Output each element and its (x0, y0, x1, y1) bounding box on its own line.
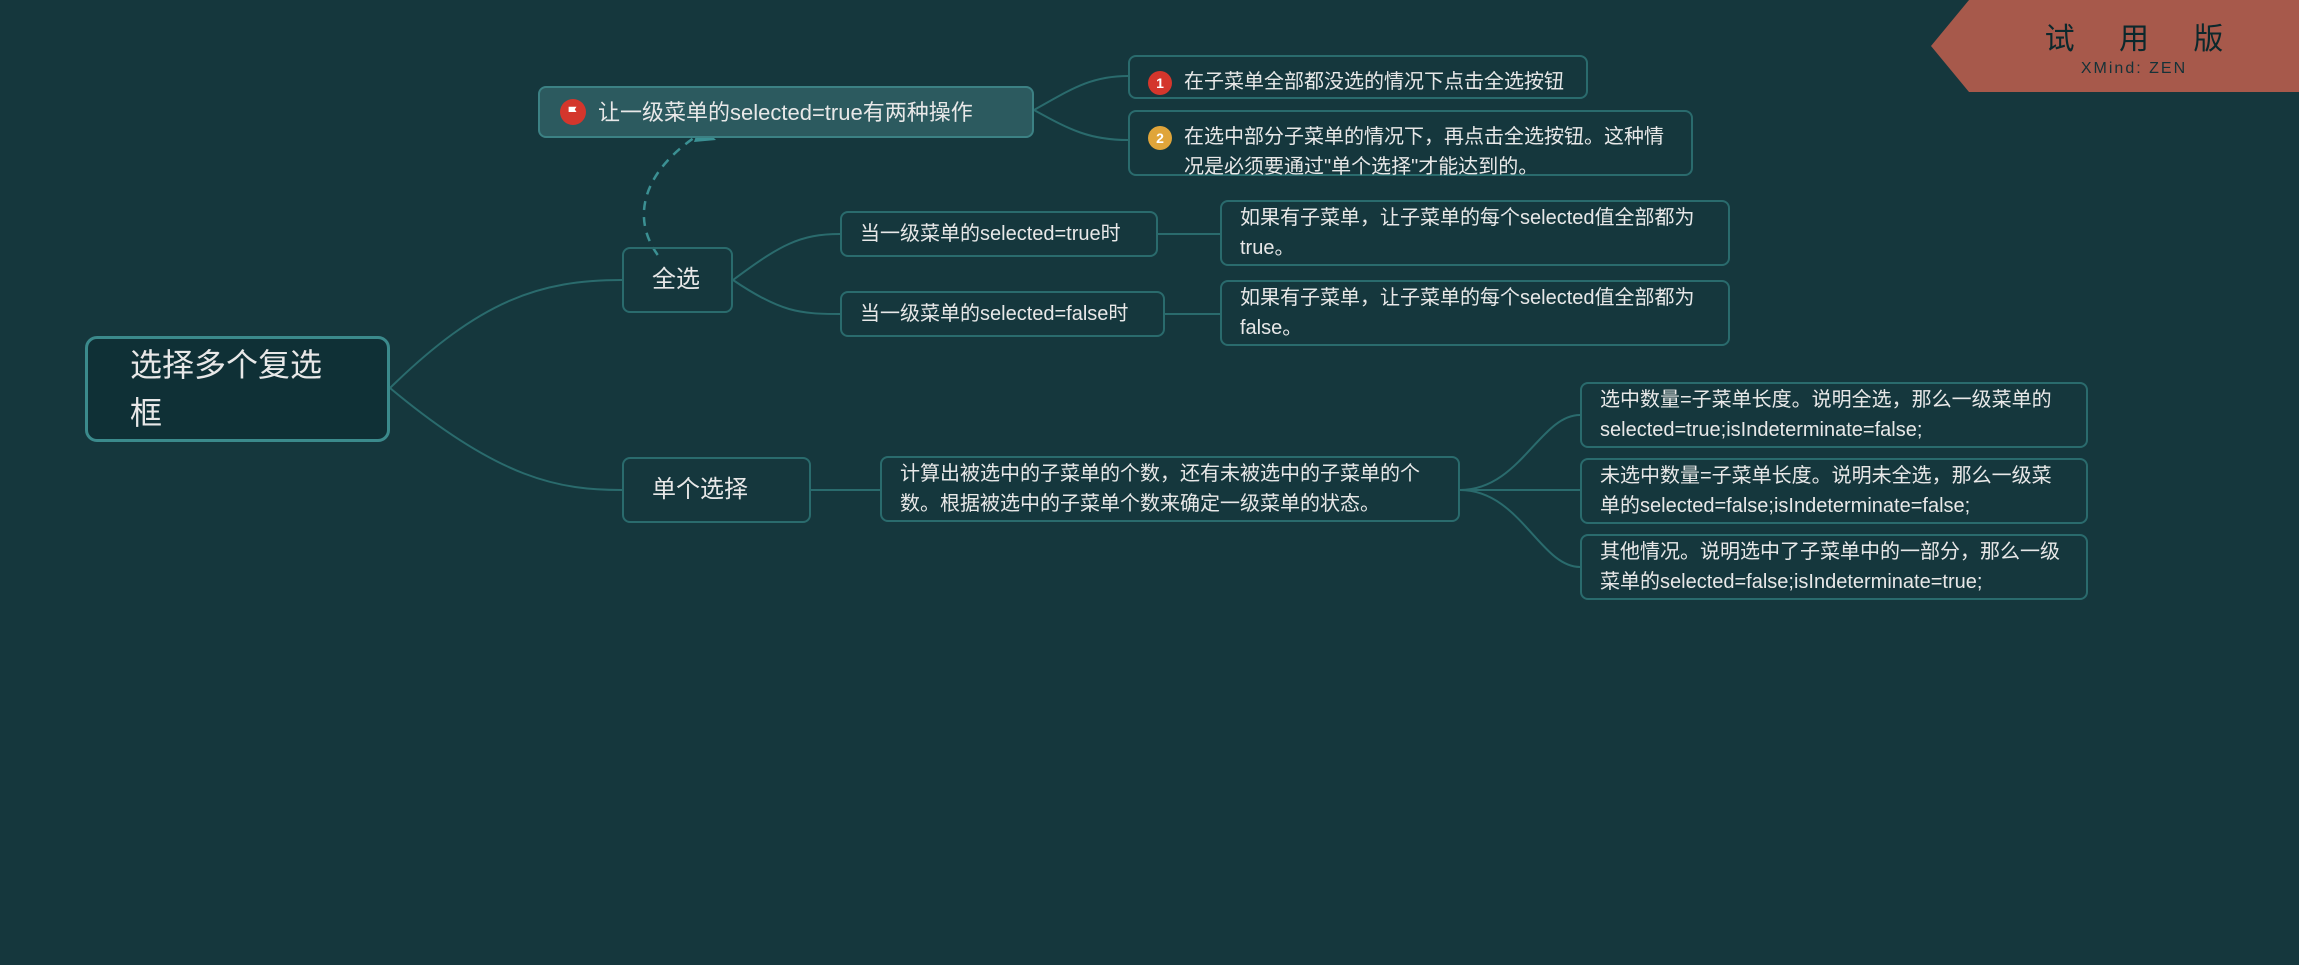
root-topic[interactable]: 选择多个复选框 (85, 336, 390, 442)
case-2[interactable]: 未选中数量=子菜单长度。说明未全选，那么一级菜单的selected=false;… (1580, 458, 2088, 524)
priority-2-icon: 2 (1148, 126, 1172, 150)
trial-title: 试 用 版 (2027, 14, 2242, 58)
when-true-child-label: 如果有子菜单，让子菜单的每个selected值全部都为true。 (1240, 203, 1710, 263)
floating-opt2-label: 在选中部分子菜单的情况下，再点击全选按钮。这种情况是必须要通过"单个选择"才能达… (1184, 122, 1673, 182)
floating-opt2[interactable]: 2 在选中部分子菜单的情况下，再点击全选按钮。这种情况是必须要通过"单个选择"才… (1128, 110, 1693, 176)
root-label: 选择多个复选框 (130, 341, 345, 437)
when-false-label: 当一级菜单的selected=false时 (860, 299, 1128, 329)
when-false-child-label: 如果有子菜单，让子菜单的每个selected值全部都为false。 (1240, 283, 1710, 343)
trial-watermark: 试 用 版 XMind: ZEN (1969, 0, 2299, 92)
single-select-label: 单个选择 (652, 472, 748, 508)
when-true-topic[interactable]: 当一级菜单的selected=true时 (840, 211, 1158, 257)
trial-subtitle: XMind: ZEN (2081, 60, 2187, 78)
case-3[interactable]: 其他情况。说明选中了子菜单中的一部分，那么一级菜单的selected=false… (1580, 534, 2088, 600)
single-select-desc[interactable]: 计算出被选中的子菜单的个数，还有未被选中的子菜单的个数。根据被选中的子菜单个数来… (880, 456, 1460, 522)
flag-icon (560, 99, 586, 125)
select-all-topic[interactable]: 全选 (622, 247, 733, 313)
priority-1-icon: 1 (1148, 71, 1172, 95)
case-3-label: 其他情况。说明选中了子菜单中的一部分，那么一级菜单的selected=false… (1600, 537, 2068, 597)
case-1-label: 选中数量=子菜单长度。说明全选，那么一级菜单的selected=true;isI… (1600, 385, 2068, 445)
floating-label: 让一级菜单的selected=true有两种操作 (598, 96, 973, 129)
when-true-child[interactable]: 如果有子菜单，让子菜单的每个selected值全部都为true。 (1220, 200, 1730, 266)
case-1[interactable]: 选中数量=子菜单长度。说明全选，那么一级菜单的selected=true;isI… (1580, 382, 2088, 448)
when-false-child[interactable]: 如果有子菜单，让子菜单的每个selected值全部都为false。 (1220, 280, 1730, 346)
when-true-label: 当一级菜单的selected=true时 (860, 219, 1121, 249)
single-select-topic[interactable]: 单个选择 (622, 457, 811, 523)
floating-topic[interactable]: 让一级菜单的selected=true有两种操作 (538, 86, 1034, 138)
single-select-desc-label: 计算出被选中的子菜单的个数，还有未被选中的子菜单的个数。根据被选中的子菜单个数来… (900, 459, 1440, 519)
case-2-label: 未选中数量=子菜单长度。说明未全选，那么一级菜单的selected=false;… (1600, 461, 2068, 521)
select-all-label: 全选 (652, 262, 700, 298)
floating-opt1[interactable]: 1 在子菜单全部都没选的情况下点击全选按钮 (1128, 55, 1588, 99)
floating-opt1-label: 在子菜单全部都没选的情况下点击全选按钮 (1184, 67, 1564, 97)
when-false-topic[interactable]: 当一级菜单的selected=false时 (840, 291, 1165, 337)
